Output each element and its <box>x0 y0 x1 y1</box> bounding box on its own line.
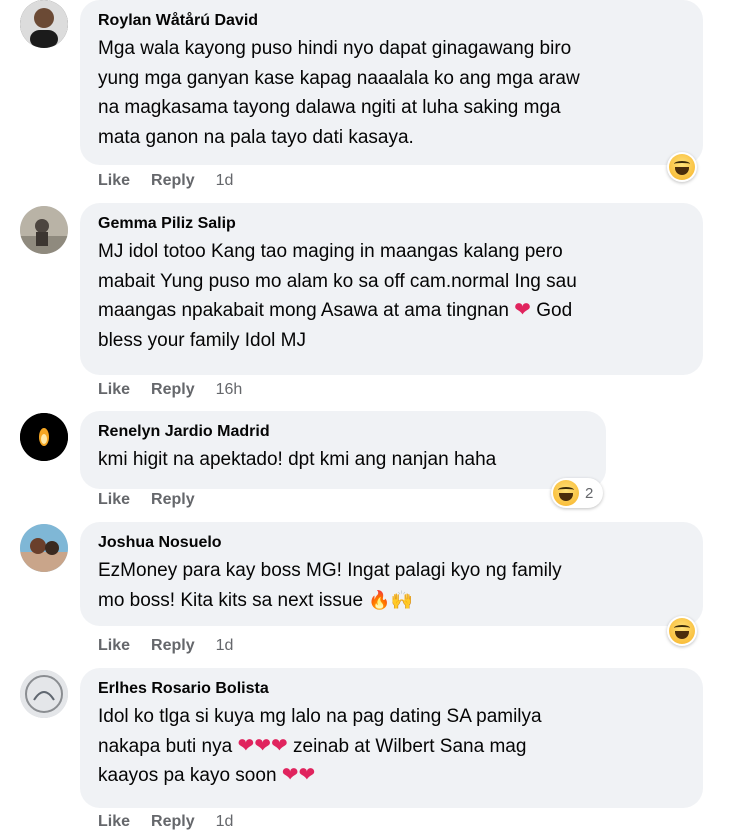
comment-bubble: Gemma Piliz Salip MJ idol totoo Kang tao… <box>80 203 703 375</box>
reaction-summary[interactable] <box>667 152 697 182</box>
reply-button[interactable]: Reply <box>151 381 195 399</box>
comment-line: maangas npakabait mong Asawa at ama ting… <box>98 296 687 326</box>
comment-actions: Like Reply 1d <box>98 172 254 190</box>
like-button[interactable]: Like <box>98 637 130 655</box>
like-button[interactable]: Like <box>98 172 130 190</box>
avatar[interactable] <box>20 413 68 461</box>
comment-line-text: kaayos pa kayo soon <box>98 765 277 786</box>
comment-text: Idol ko tlga si kuya mg lalo na pag dati… <box>98 702 687 791</box>
reply-button[interactable]: Reply <box>151 491 195 509</box>
raising-hands-icon: 🙌 <box>390 589 414 610</box>
heart-icon: ❤❤ <box>281 764 316 786</box>
comment-actions: Like Reply 1d <box>98 813 254 831</box>
reaction-summary[interactable] <box>667 616 697 646</box>
comment-line: na magkasama tayong dalawa ngiti at luha… <box>98 97 561 118</box>
comment-line-text: maangas npakabait mong Asawa at ama ting… <box>98 300 509 321</box>
heart-icon: ❤ <box>514 299 531 321</box>
comment-line-text: nakapa buti nya <box>98 735 233 757</box>
comment-line: mo boss! Kita kits sa next issue 🔥🙌 <box>98 586 687 616</box>
avatar[interactable] <box>20 0 68 48</box>
avatar[interactable] <box>20 524 68 572</box>
comment-author[interactable]: Joshua Nosuelo <box>98 532 687 554</box>
comment-actions: Like Reply 1d <box>98 637 254 655</box>
comment-line: kmi higit na apektado! dpt kmi ang nanja… <box>98 449 497 470</box>
comment-line: MJ idol totoo Kang tao maging in maangas… <box>98 241 563 262</box>
avatar[interactable] <box>20 670 68 718</box>
comment-line: bless your family Idol MJ <box>98 329 307 351</box>
like-button[interactable]: Like <box>98 381 130 399</box>
like-button[interactable]: Like <box>98 813 130 831</box>
comment-text: Mga wala kayong puso hindi nyo dapat gin… <box>98 34 687 152</box>
comment-author[interactable]: Erlhes Rosario Bolista <box>98 678 687 700</box>
comment-line-text: mo boss! Kita kits sa next issue <box>98 589 364 611</box>
comment-author[interactable]: Renelyn Jardio Madrid <box>98 421 590 443</box>
reply-button[interactable]: Reply <box>151 637 195 655</box>
haha-reaction-icon <box>669 154 695 180</box>
avatar[interactable] <box>20 206 68 254</box>
comment-line-text: God <box>536 300 573 321</box>
comment-line: yung mga ganyan kase kapag naaalala ko a… <box>98 67 580 89</box>
timestamp[interactable]: 16h <box>216 381 243 399</box>
comment-line: nakapa buti nya ❤❤❤ zeinab at Wilbert Sa… <box>98 732 687 762</box>
comment-line-text: zeinab at Wilbert Sana mag <box>293 735 527 757</box>
comment-bubble: Renelyn Jardio Madrid kmi higit na apekt… <box>80 411 606 489</box>
reply-button[interactable]: Reply <box>151 813 195 831</box>
heart-icon: ❤❤❤ <box>237 734 288 757</box>
haha-reaction-icon <box>553 480 579 506</box>
timestamp[interactable]: 1d <box>216 813 234 831</box>
timestamp[interactable]: 1d <box>216 637 234 655</box>
comment-author[interactable]: Roylan Wåtårú David <box>98 10 687 32</box>
like-button[interactable]: Like <box>98 491 130 509</box>
comment-bubble: Roylan Wåtårú David Mga wala kayong puso… <box>80 0 703 165</box>
reaction-count: 2 <box>585 484 594 502</box>
comment-line: kaayos pa kayo soon ❤❤ <box>98 761 687 791</box>
comment-text: MJ idol totoo Kang tao maging in maangas… <box>98 237 687 355</box>
comment-author[interactable]: Gemma Piliz Salip <box>98 213 687 235</box>
comment-text: kmi higit na apektado! dpt kmi ang nanja… <box>98 445 590 475</box>
timestamp[interactable]: 1d <box>216 172 234 190</box>
comment-bubble: Joshua Nosuelo EzMoney para kay boss MG!… <box>80 522 703 626</box>
reply-button[interactable]: Reply <box>151 172 195 190</box>
comment-line: mata ganon na pala tayo dati kasaya. <box>98 126 414 148</box>
comment-bubble: Erlhes Rosario Bolista Idol ko tlga si k… <box>80 668 703 808</box>
comment-text: EzMoney para kay boss MG! Ingat palagi k… <box>98 556 687 615</box>
comment-line: EzMoney para kay boss MG! Ingat palagi k… <box>98 560 562 581</box>
comment-line: Idol ko tlga si kuya mg lalo na pag dati… <box>98 706 542 727</box>
fire-icon: 🔥 <box>368 589 391 610</box>
reaction-summary[interactable]: 2 <box>551 478 604 508</box>
comment-actions: Like Reply <box>98 491 216 509</box>
haha-reaction-icon <box>669 618 695 644</box>
comment-line: Mga wala kayong puso hindi nyo dapat gin… <box>98 38 572 59</box>
comment-actions: Like Reply 16h <box>98 381 263 399</box>
comment-line: mabait Yung puso mo alam ko sa off cam.n… <box>98 270 577 292</box>
